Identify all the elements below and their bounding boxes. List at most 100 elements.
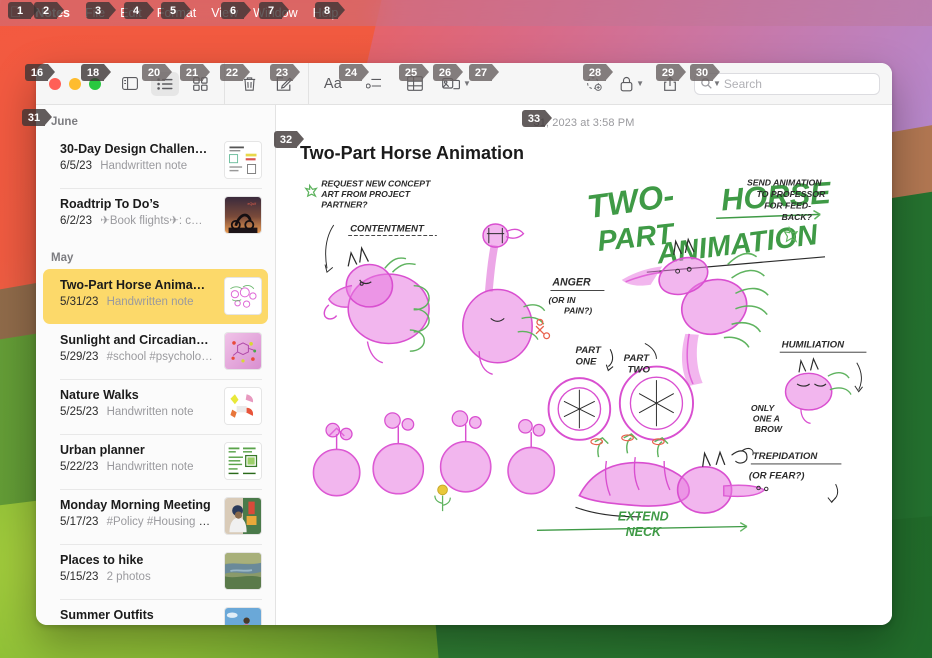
svg-text:TREPIDATION: TREPIDATION <box>753 451 819 462</box>
minimize-button[interactable] <box>69 77 81 90</box>
handwritten-drawing-canvas[interactable]: .hw { font-family: "Liberation Sans", sa… <box>276 164 892 548</box>
annotation-badge-20: 20 <box>142 64 172 81</box>
annotation-badge-28: 28 <box>583 64 613 81</box>
list-item-selected[interactable]: Two-Part Horse Anima… 5/31/23 Handwritte… <box>43 269 268 324</box>
search-input[interactable]: ▼ Search <box>694 72 880 95</box>
section-header-may: May <box>51 252 74 264</box>
svg-text:NECK: NECK <box>626 525 662 539</box>
note-title: 30-Day Design Challen… <box>60 142 208 156</box>
window-body: June 30-Day Design Challen… 6/5/23 Handw… <box>36 105 892 625</box>
note-thumbnail <box>224 552 262 590</box>
list-item[interactable]: Summer Outfits 5/15/23 <box>43 599 268 625</box>
note-date: 5/25/23 <box>60 406 99 418</box>
list-item[interactable]: Sunlight and Circadian… 5/29/23 #school … <box>43 324 268 379</box>
svg-text:BROW: BROW <box>755 424 783 434</box>
list-item[interactable]: Roadtrip To Do’s 6/2/23 ✈Book flights✈: … <box>43 188 268 243</box>
note-subtitle: 5/17/23 #Policy #Housing #… <box>60 514 216 530</box>
annotation-badge-5: 5 <box>161 2 191 19</box>
annotation-badge-3: 3 <box>86 2 116 19</box>
note-date: 6/5/23 <box>60 160 92 172</box>
note-date: 5/31/23 <box>60 296 99 308</box>
note-timestamp: 31, 2023 at 3:58 PM <box>533 117 635 129</box>
annotation-badge-16: 16 <box>25 64 55 81</box>
svg-text:ART FROM PROJECT: ART FROM PROJECT <box>320 189 411 199</box>
note-date: 5/22/23 <box>60 461 99 473</box>
svg-text:(OR IN: (OR IN <box>549 295 577 305</box>
notes-window: Aa ▼ ▼ ▼ Search June 30-Day Design Chall… <box>36 63 892 625</box>
note-date: 5/17/23 <box>60 516 99 528</box>
annotation-badge-24: 24 <box>339 64 369 81</box>
note-snippet: ✈Book flights✈: c… <box>100 215 203 227</box>
annotation-badge-2: 2 <box>34 2 64 19</box>
chevron-down-icon: ▼ <box>713 79 721 88</box>
toolbar-divider-2 <box>308 63 309 105</box>
list-item[interactable]: 30-Day Design Challen… 6/5/23 Handwritte… <box>43 133 268 188</box>
annotation-badge-25: 25 <box>399 64 429 81</box>
annotation-badge-1: 1 <box>8 2 38 19</box>
note-subtitle: 5/29/23 #school #psycholo… <box>60 349 216 365</box>
list-item[interactable]: Monday Morning Meeting 5/17/23 #Policy #… <box>43 489 268 544</box>
search-placeholder: Search <box>723 76 762 91</box>
list-item[interactable]: Urban planner 5/22/23 Handwritten note <box>43 434 268 489</box>
svg-text:PARTNER?: PARTNER? <box>321 200 368 210</box>
note-snippet: #school #psycholo… <box>106 351 213 363</box>
note-thumbnail: eQuif <box>224 196 262 234</box>
annotation-badge-22: 22 <box>220 64 250 81</box>
note-subtitle: 5/25/23 Handwritten note <box>60 404 216 420</box>
note-thumbnail <box>224 141 262 179</box>
chevron-down-icon: ▼ <box>636 79 644 88</box>
note-title: Urban planner <box>60 443 145 457</box>
annotation-badge-21: 21 <box>180 64 210 81</box>
section-header-june: June <box>51 116 78 128</box>
lock-icon[interactable]: ▼ <box>620 72 644 96</box>
list-item[interactable]: Nature Walks 5/25/23 Handwritten note <box>43 379 268 434</box>
svg-text:ONE A: ONE A <box>753 413 780 423</box>
note-snippet: Handwritten note <box>106 461 194 473</box>
svg-text:ANGER: ANGER <box>551 277 591 289</box>
note-list[interactable]: June 30-Day Design Challen… 6/5/23 Handw… <box>36 105 276 625</box>
svg-text:REQUEST NEW CONCEPT: REQUEST NEW CONCEPT <box>321 178 431 188</box>
annotation-badge-29: 29 <box>656 64 686 81</box>
annotation-badge-31: 31 <box>22 109 52 126</box>
svg-text:TWO: TWO <box>628 364 651 375</box>
note-snippet: 2 photos <box>106 571 151 583</box>
annotation-badge-4: 4 <box>124 2 154 19</box>
note-subtitle: 5/31/23 Handwritten note <box>60 294 216 310</box>
annotation-badge-18: 18 <box>81 64 111 81</box>
note-title: Monday Morning Meeting <box>60 498 211 512</box>
sidebar-toggle-icon[interactable] <box>116 72 144 96</box>
note-thumbnail <box>224 442 262 480</box>
list-item[interactable]: Places to hike 5/15/23 2 photos <box>43 544 268 599</box>
note-subtitle: 6/5/23 Handwritten note <box>60 158 216 174</box>
svg-text:eQuif: eQuif <box>248 202 257 206</box>
svg-text:(OR FEAR?): (OR FEAR?) <box>749 470 805 481</box>
annotation-badge-26: 26 <box>433 64 463 81</box>
note-snippet: Handwritten note <box>100 160 188 172</box>
svg-text:TO PROFESSOR: TO PROFESSOR <box>757 189 826 199</box>
annotation-badge-32: 32 <box>274 131 304 148</box>
note-date: 5/29/23 <box>60 351 99 363</box>
note-thumbnail <box>224 277 262 315</box>
annotation-badge-27: 27 <box>469 64 499 81</box>
note-title: Sunlight and Circadian… <box>60 333 209 347</box>
note-subtitle: 6/2/23 ✈Book flights✈: c… <box>60 213 216 229</box>
svg-text:PAIN?): PAIN?) <box>564 306 592 316</box>
note-snippet: #Policy #Housing #… <box>106 516 216 528</box>
annotation-badge-30: 30 <box>690 64 720 81</box>
note-snippet: Handwritten note <box>106 406 194 418</box>
note-detail-pane[interactable]: 31, 2023 at 3:58 PM Two-Part Horse Anima… <box>276 105 892 625</box>
svg-text:PART: PART <box>624 353 650 364</box>
note-thumbnail <box>224 387 262 425</box>
annotation-badge-8: 8 <box>315 2 345 19</box>
svg-text:PART: PART <box>576 345 602 356</box>
note-date: 6/2/23 <box>60 215 92 227</box>
svg-text:ONLY: ONLY <box>751 403 776 413</box>
note-subtitle: 5/15/23 2 photos <box>60 569 216 585</box>
annotation-badge-23: 23 <box>270 64 300 81</box>
note-snippet: Handwritten note <box>106 296 194 308</box>
svg-text:CONTENTMENT: CONTENTMENT <box>350 224 425 235</box>
svg-text:FOR FEED-: FOR FEED- <box>764 201 811 211</box>
note-thumbnail <box>224 332 262 370</box>
annotation-badge-6: 6 <box>221 2 251 19</box>
note-date: 5/15/23 <box>60 571 99 583</box>
